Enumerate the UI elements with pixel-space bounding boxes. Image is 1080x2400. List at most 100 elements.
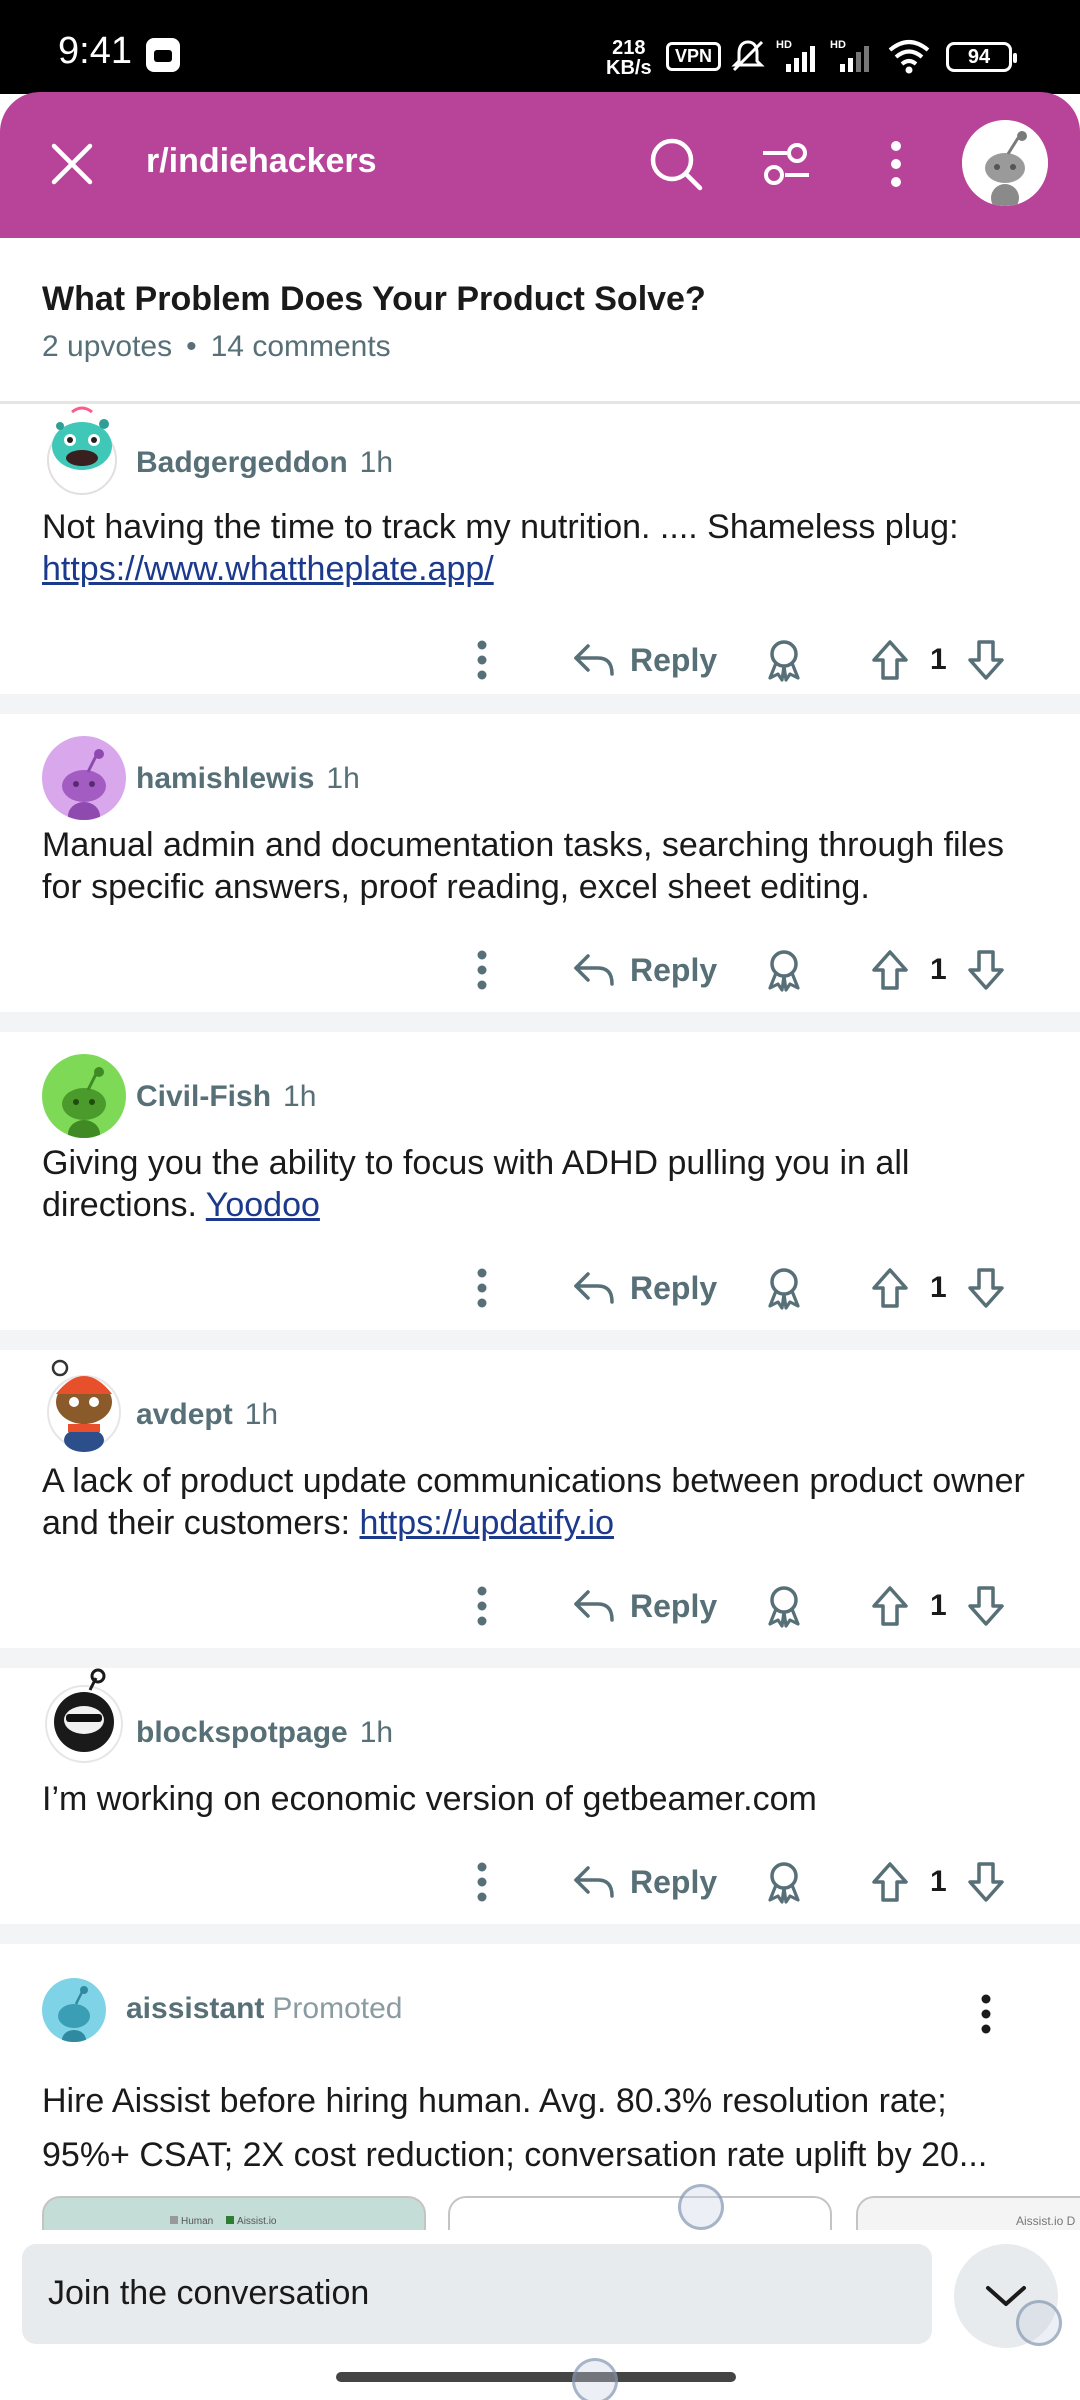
- advertiser-name-row: aissistant Promoted: [126, 1992, 402, 2026]
- comment-username[interactable]: Badgergeddon 1h: [136, 446, 393, 480]
- promo-text-line-2: 95%+ CSAT; 2X cost reduction; conversati…: [42, 2136, 988, 2174]
- comment-text: Manual admin and documentation tasks, se…: [42, 826, 1005, 906]
- close-button[interactable]: [44, 136, 100, 192]
- comment-text: Not having the time to track my nutritio…: [42, 508, 959, 546]
- downvote-button[interactable]: [966, 1258, 1006, 1318]
- advertiser-name[interactable]: aissistant: [126, 1992, 264, 2025]
- comment-actions: Reply 1: [460, 1576, 1020, 1636]
- comment-actions: Reply 1: [460, 940, 1020, 1000]
- downvote-button[interactable]: [966, 1576, 1006, 1636]
- legend-aissist: Aissist.io: [237, 2216, 277, 2227]
- close-icon: [51, 143, 93, 185]
- snoo-avatar-icon: [962, 120, 1048, 206]
- post-meta: 2 upvotes • 14 comments: [42, 330, 391, 364]
- vote-count: 1: [930, 1865, 947, 1898]
- comment-link[interactable]: https://updatify.io: [359, 1504, 614, 1542]
- subreddit-header: r/indiehackers: [0, 92, 1080, 238]
- comment-actions: Reply 1: [460, 1852, 1020, 1912]
- home-indicator[interactable]: [336, 2372, 736, 2382]
- comment-divider: [0, 694, 1080, 714]
- reply-arrow-icon: [574, 1590, 614, 1622]
- comment-text: Giving you the ability to focus with ADH…: [42, 1144, 910, 1224]
- upvote-arrow-icon: [872, 950, 908, 990]
- comment-actions: Reply 1: [460, 630, 1020, 690]
- search-button[interactable]: [644, 132, 708, 196]
- award-button[interactable]: [764, 940, 804, 1000]
- more-options-button[interactable]: [474, 1576, 490, 1636]
- comment-username[interactable]: blockspotpage 1h: [136, 1716, 393, 1750]
- downvote-button[interactable]: [966, 630, 1006, 690]
- user-avatar[interactable]: [42, 736, 126, 820]
- award-icon: [768, 1862, 800, 1904]
- search-icon: [650, 138, 703, 191]
- app-root: 9:41 218 KB/s VPN HD HD 94 r/indiehacker…: [0, 0, 1080, 2400]
- promo-body: Hire Aissist before hiring human. Avg. 8…: [42, 2074, 1042, 2182]
- bell-muted-icon: [731, 40, 765, 72]
- more-options-button[interactable]: [474, 1258, 490, 1318]
- reply-button[interactable]: Reply: [572, 630, 717, 690]
- snoo-avatar-icon: [62, 749, 106, 820]
- comment-link[interactable]: https://www.whattheplate.app/: [42, 550, 494, 588]
- filter-button[interactable]: [754, 132, 818, 196]
- post-title: What Problem Does Your Product Solve?: [42, 280, 706, 318]
- join-conversation-input[interactable]: Join the conversation: [22, 2244, 932, 2344]
- downvote-button[interactable]: [966, 940, 1006, 1000]
- touch-indicator: [572, 2358, 618, 2400]
- snoo-avatar-icon: [45, 1668, 123, 1763]
- network-speed-value: 218: [612, 37, 646, 59]
- user-avatar[interactable]: [42, 1358, 126, 1454]
- upvote-button[interactable]: [870, 1258, 910, 1318]
- award-button[interactable]: [764, 630, 804, 690]
- reply-button[interactable]: Reply: [572, 940, 717, 1000]
- downvote-button[interactable]: [966, 1852, 1006, 1912]
- user-avatar[interactable]: [42, 1054, 126, 1138]
- status-bar: 9:41 218 KB/s VPN HD HD 94: [0, 0, 1080, 94]
- comment-time: 1h: [359, 1716, 394, 1749]
- award-button[interactable]: [764, 1258, 804, 1318]
- reply-arrow-icon: [574, 1272, 614, 1304]
- notification-app-icon: [146, 38, 180, 72]
- reply-label: Reply: [630, 1269, 718, 1306]
- wifi-icon: [888, 40, 930, 74]
- more-options-button[interactable]: [474, 630, 490, 690]
- upvote-button[interactable]: [870, 1852, 910, 1912]
- comment-username[interactable]: avdept 1h: [136, 1398, 278, 1432]
- more-vertical-icon: [981, 1994, 991, 2034]
- username-text: hamishlewis: [136, 762, 315, 795]
- user-avatar[interactable]: [42, 406, 122, 496]
- vpn-badge: VPN: [666, 42, 722, 71]
- comment-username[interactable]: Civil-Fish 1h: [136, 1080, 316, 1114]
- post-summary[interactable]: What Problem Does Your Product Solve? 2 …: [0, 238, 1080, 404]
- reply-label: Reply: [630, 1587, 718, 1624]
- comment-divider: [0, 1924, 1080, 1944]
- legend-human: Human: [181, 2216, 214, 2227]
- reply-button[interactable]: Reply: [572, 1576, 717, 1636]
- more-options-button[interactable]: [864, 132, 928, 196]
- upvote-button[interactable]: [870, 1576, 910, 1636]
- signal-2-icon: HD: [830, 39, 869, 72]
- promoted-tag: Promoted: [272, 1992, 403, 2025]
- upvote-button[interactable]: [870, 940, 910, 1000]
- promo-more-options-button[interactable]: [978, 1992, 994, 2041]
- profile-avatar-button[interactable]: [962, 120, 1048, 206]
- subreddit-name[interactable]: r/indiehackers: [146, 142, 377, 181]
- reply-button[interactable]: Reply: [572, 1852, 717, 1912]
- comment-body: Giving you the ability to focus with ADH…: [42, 1142, 1042, 1226]
- user-avatar[interactable]: [42, 1668, 126, 1768]
- reply-label: Reply: [630, 1863, 718, 1900]
- award-button[interactable]: [764, 1852, 804, 1912]
- vote-score: 1: [930, 940, 947, 1000]
- comment-divider: [0, 1330, 1080, 1350]
- reply-button[interactable]: Reply: [572, 1258, 717, 1318]
- award-button[interactable]: [764, 1576, 804, 1636]
- more-options-button[interactable]: [474, 940, 490, 1000]
- award-icon: [768, 640, 800, 682]
- upvote-button[interactable]: [870, 630, 910, 690]
- comment-body: Manual admin and documentation tasks, se…: [42, 824, 1042, 908]
- advertiser-avatar[interactable]: [42, 1978, 106, 2042]
- comment-link[interactable]: Yoodoo: [206, 1186, 320, 1224]
- more-options-button[interactable]: [474, 1852, 490, 1912]
- downvote-arrow-icon: [968, 1586, 1004, 1626]
- comment-body: Not having the time to track my nutritio…: [42, 506, 1042, 590]
- comment-username[interactable]: hamishlewis 1h: [136, 762, 360, 796]
